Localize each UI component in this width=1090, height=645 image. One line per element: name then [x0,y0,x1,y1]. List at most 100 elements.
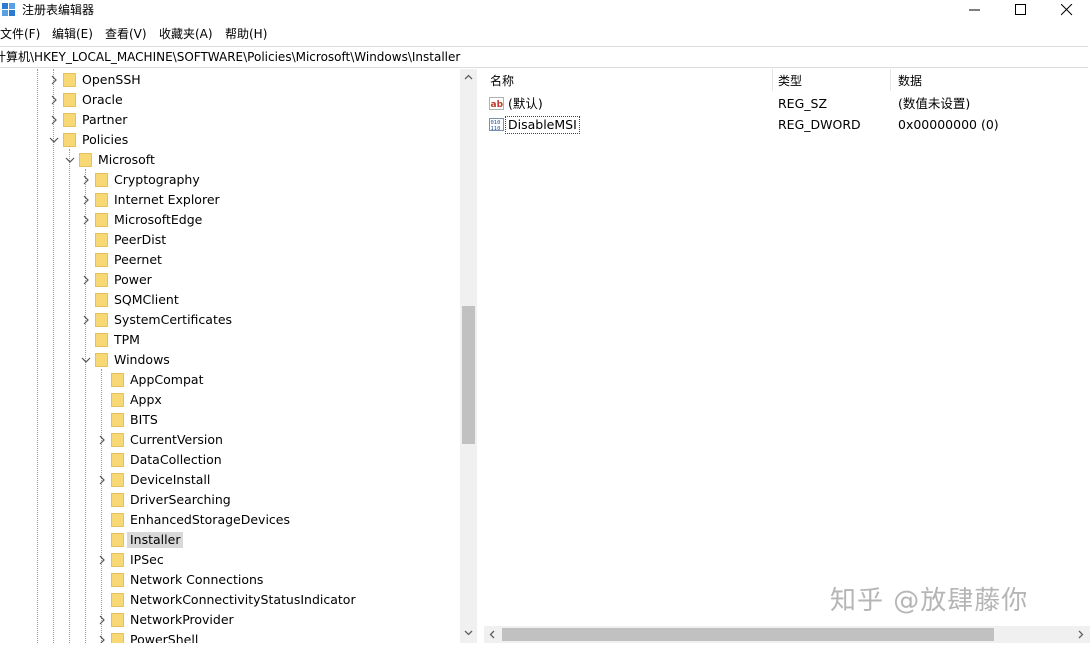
folder-icon [95,193,108,207]
tree-item-label: CurrentVersion [130,432,223,447]
close-button[interactable] [1044,0,1090,20]
value-data: 0x00000000 (0) [898,117,999,132]
folder-icon [95,173,108,187]
column-divider[interactable] [772,69,773,91]
chevron-down-icon[interactable] [80,353,92,367]
value-row[interactable]: 010 110 DisableMSI REG_DWORD 0x00000000 … [484,115,1090,135]
tree-item-label: AppCompat [130,372,204,387]
tree-item-internet-explorer[interactable]: Internet Explorer [0,190,460,210]
chevron-right-icon[interactable] [48,113,60,127]
address-bar[interactable]: 计算机\HKEY_LOCAL_MACHINE\SOFTWARE\Policies… [0,46,1088,68]
tree-vertical-scrollbar[interactable] [460,69,477,643]
tree-item-currentversion[interactable]: CurrentVersion [0,430,460,450]
tree-item-label: SystemCertificates [114,312,233,327]
tree-item-power[interactable]: Power [0,270,460,290]
tree-item-label: DataCollection [130,452,222,467]
tree-item-label: SQMClient [114,292,179,307]
tree-item-tpm[interactable]: TPM [0,330,460,350]
folder-icon [111,633,124,643]
value-name: (默认) [508,96,543,111]
chevron-right-icon[interactable] [96,473,108,487]
tree-item-microsoft[interactable]: Microsoft [0,150,460,170]
tree-item-peernet[interactable]: Peernet [0,250,460,270]
chevron-right-icon[interactable] [96,633,108,643]
folder-icon [111,373,124,387]
tree-item-driversearching[interactable]: DriverSearching [0,490,460,510]
value-row[interactable]: ab (默认) REG_SZ (数值未设置) [484,94,1090,114]
tree-item-policies[interactable]: Policies [0,130,460,150]
tree-item-label: MicrosoftEdge [114,212,203,227]
scroll-up-icon[interactable] [462,71,475,84]
scroll-right-icon[interactable] [1074,628,1087,641]
folder-icon [111,433,124,447]
folder-icon [95,333,108,347]
chevron-right-icon[interactable] [80,173,92,187]
chevron-right-icon[interactable] [80,273,92,287]
values-scroll-thumb[interactable] [502,628,994,641]
menu-file[interactable]: 文件(F) [0,26,40,42]
tree-item-cryptography[interactable]: Cryptography [0,170,460,190]
minimize-button[interactable] [952,0,998,20]
tree-item-oracle[interactable]: Oracle [0,90,460,110]
chevron-right-icon[interactable] [96,433,108,447]
tree-item-partner[interactable]: Partner [0,110,460,130]
tree-scroll-thumb[interactable] [462,306,475,444]
chevron-right-icon[interactable] [96,553,108,567]
tree-item-sqmclient[interactable]: SQMClient [0,290,460,310]
tree-item-microsoftedge[interactable]: MicrosoftEdge [0,210,460,230]
tree-item-label: DriverSearching [130,492,231,507]
chevron-right-icon[interactable] [96,613,108,627]
tree-item-windows[interactable]: Windows [0,350,460,370]
tree-item-label: BITS [130,412,158,427]
column-type-header[interactable]: 类型 [778,73,802,89]
chevron-right-icon[interactable] [80,313,92,327]
column-data-header[interactable]: 数据 [898,73,922,89]
tree-item-bits[interactable]: BITS [0,410,460,430]
scroll-down-icon[interactable] [462,626,475,639]
tree-item-openssh[interactable]: OpenSSH [0,70,460,90]
tree-item-datacollection[interactable]: DataCollection [0,450,460,470]
chevron-right-icon[interactable] [48,73,60,87]
tree-item-installer[interactable]: Installer [0,530,460,550]
address-path[interactable]: 计算机\HKEY_LOCAL_MACHINE\SOFTWARE\Policies… [0,49,460,65]
folder-icon [95,313,108,327]
maximize-button[interactable] [998,0,1044,20]
tree-item-appcompat[interactable]: AppCompat [0,370,460,390]
folder-icon [63,93,76,107]
tree-item-label: Partner [82,112,128,127]
column-divider[interactable] [890,69,891,91]
folder-icon [95,253,108,267]
folder-icon [79,153,92,167]
tree-item-networkprovider[interactable]: NetworkProvider [0,610,460,630]
values-horizontal-scrollbar[interactable] [484,626,1090,643]
tree-item-label: Installer [127,532,184,548]
maximize-icon [1015,4,1026,15]
folder-icon [111,473,124,487]
tree-item-label: Policies [82,132,129,147]
chevron-right-icon[interactable] [48,93,60,107]
chevron-down-icon[interactable] [64,153,76,167]
folder-icon [63,73,76,87]
tree-item-appx[interactable]: Appx [0,390,460,410]
chevron-right-icon[interactable] [80,213,92,227]
close-icon [1061,4,1073,16]
tree-item-deviceinstall[interactable]: DeviceInstall [0,470,460,490]
column-name-header[interactable]: 名称 [490,73,514,89]
tree-item-enhancedstoragedevices[interactable]: EnhancedStorageDevices [0,510,460,530]
scroll-left-icon[interactable] [486,628,499,641]
tree-item-systemcertificates[interactable]: SystemCertificates [0,310,460,330]
menu-view[interactable]: 查看(V) [105,26,147,42]
tree-item-powershell[interactable]: PowerShell [0,630,460,643]
menu-favorites[interactable]: 收藏夹(A) [159,26,213,42]
tree-item-peerdist[interactable]: PeerDist [0,230,460,250]
chevron-down-icon[interactable] [48,133,60,147]
menu-edit[interactable]: 编辑(E) [52,26,93,42]
menu-help[interactable]: 帮助(H) [225,26,267,42]
tree-item-networkconnectivitystatusindicator[interactable]: NetworkConnectivityStatusIndicator [0,590,460,610]
chevron-right-icon[interactable] [80,193,92,207]
tree-item-label: DeviceInstall [130,472,211,487]
tree-item-ipsec[interactable]: IPSec [0,550,460,570]
tree-item-network-connections[interactable]: Network Connections [0,570,460,590]
tree-item-label: EnhancedStorageDevices [130,512,290,527]
folder-icon [111,553,124,567]
